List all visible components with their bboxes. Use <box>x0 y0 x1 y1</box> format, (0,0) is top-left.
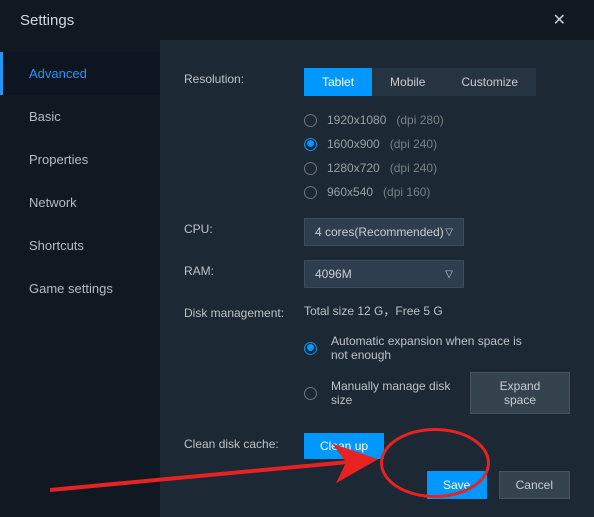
resolution-option[interactable]: 1600x900 (dpi 240) <box>304 132 570 156</box>
resolution-value: 960x540 <box>327 185 373 199</box>
resolution-dpi: (dpi 280) <box>396 113 443 127</box>
resolution-option[interactable]: 1920x1080 (dpi 280) <box>304 108 570 132</box>
resolution-tab-tablet[interactable]: Tablet <box>304 68 372 96</box>
resolution-tab-mobile[interactable]: Mobile <box>372 68 443 96</box>
cpu-select[interactable]: 4 cores(Recommended) ▽ <box>304 218 464 246</box>
resolution-dpi: (dpi 160) <box>383 185 430 199</box>
ram-select[interactable]: 4096M ▽ <box>304 260 464 288</box>
sidebar-item-basic[interactable]: Basic <box>0 95 160 138</box>
ram-label: RAM: <box>184 260 304 278</box>
radio-icon <box>304 114 317 127</box>
clean-label: Clean disk cache: <box>184 433 304 451</box>
resolution-dpi: (dpi 240) <box>390 161 437 175</box>
resolution-value: 1920x1080 <box>327 113 386 127</box>
resolution-option[interactable]: 1280x720 (dpi 240) <box>304 156 570 180</box>
disk-label: Disk management: <box>184 302 304 320</box>
radio-icon <box>304 162 317 175</box>
disk-option-label: Automatic expansion when space is not en… <box>331 334 541 362</box>
save-button[interactable]: Save <box>427 471 487 499</box>
cpu-value: 4 cores(Recommended) <box>315 225 444 239</box>
resolution-label: Resolution: <box>184 68 304 86</box>
radio-icon <box>304 387 317 400</box>
resolution-value: 1600x900 <box>327 137 380 151</box>
expand-space-button[interactable]: Expand space <box>470 372 570 414</box>
chevron-down-icon: ▽ <box>445 269 453 280</box>
radio-icon <box>304 342 317 355</box>
window-title: Settings <box>20 12 74 29</box>
sidebar-item-shortcuts[interactable]: Shortcuts <box>0 224 160 267</box>
disk-option[interactable]: Manually manage disk size Expand space <box>304 367 570 419</box>
cpu-label: CPU: <box>184 218 304 236</box>
footer-buttons: Save Cancel <box>427 471 570 499</box>
radio-icon <box>304 186 317 199</box>
ram-value: 4096M <box>315 267 352 281</box>
sidebar-item-network[interactable]: Network <box>0 181 160 224</box>
resolution-dpi: (dpi 240) <box>390 137 437 151</box>
cancel-button[interactable]: Cancel <box>499 471 570 499</box>
resolution-option[interactable]: 960x540 (dpi 160) <box>304 180 570 204</box>
resolution-tab-customize[interactable]: Customize <box>443 68 536 96</box>
sidebar-item-properties[interactable]: Properties <box>0 138 160 181</box>
resolution-value: 1280x720 <box>327 161 380 175</box>
radio-icon <box>304 138 317 151</box>
resolution-options: 1920x1080(dpi 280)1600x900(dpi 240)1280x… <box>304 108 570 204</box>
disk-option-label: Manually manage disk size <box>331 379 456 407</box>
chevron-down-icon: ▽ <box>445 227 453 238</box>
disk-option[interactable]: Automatic expansion when space is not en… <box>304 329 570 367</box>
titlebar: Settings ✕ <box>0 0 594 40</box>
clean-up-button[interactable]: Clean up <box>304 433 384 459</box>
close-icon[interactable]: ✕ <box>545 6 574 34</box>
main-panel: Resolution: TabletMobileCustomize 1920x1… <box>160 40 594 517</box>
resolution-tabs: TabletMobileCustomize <box>304 68 570 96</box>
disk-status: Total size 12 G，Free 5 G <box>304 302 570 319</box>
sidebar: AdvancedBasicPropertiesNetworkShortcutsG… <box>0 40 160 517</box>
sidebar-item-game-settings[interactable]: Game settings <box>0 267 160 310</box>
disk-options: Automatic expansion when space is not en… <box>304 329 570 419</box>
sidebar-item-advanced[interactable]: Advanced <box>0 52 160 95</box>
